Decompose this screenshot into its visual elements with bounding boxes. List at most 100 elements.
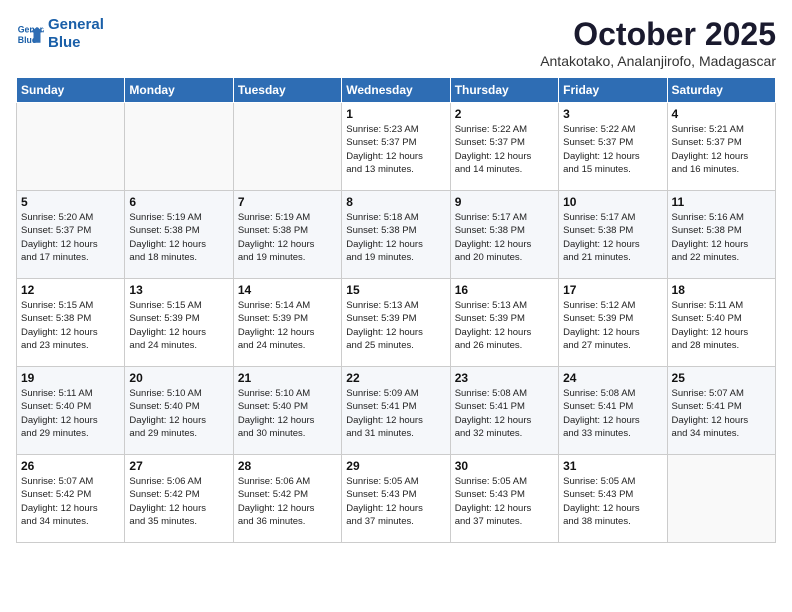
calendar-cell: 29 Sunrise: 5:05 AM Sunset: 5:43 PM Dayli… xyxy=(342,455,450,543)
calendar-cell: 22 Sunrise: 5:09 AM Sunset: 5:41 PM Dayli… xyxy=(342,367,450,455)
calendar-cell: 30Sunrise: 5:05 AM Sunset: 5:43 PM Dayli… xyxy=(450,455,558,543)
calendar-cell: 3 Sunrise: 5:22 AM Sunset: 5:37 PM Daylig… xyxy=(559,103,667,191)
day-info: Sunrise: 5:19 AM Sunset: 5:38 PM Dayligh… xyxy=(238,211,337,264)
day-info: Sunrise: 5:06 AM Sunset: 5:42 PM Dayligh… xyxy=(238,475,337,528)
calendar-cell: 23 Sunrise: 5:08 AM Sunset: 5:41 PM Dayli… xyxy=(450,367,558,455)
title-block: October 2025 Antakotako, Analanjirofo, M… xyxy=(540,16,776,69)
day-number: 10 xyxy=(563,195,662,209)
weekday-header-thursday: Thursday xyxy=(450,78,558,103)
calendar-cell: 8Sunrise: 5:18 AM Sunset: 5:38 PM Daylig… xyxy=(342,191,450,279)
calendar-cell: 5 Sunrise: 5:20 AM Sunset: 5:37 PM Daylig… xyxy=(17,191,125,279)
day-number: 31 xyxy=(563,459,662,473)
day-number: 12 xyxy=(21,283,120,297)
day-info: Sunrise: 5:08 AM Sunset: 5:41 PM Dayligh… xyxy=(563,387,662,440)
weekday-header-saturday: Saturday xyxy=(667,78,775,103)
day-number: 18 xyxy=(672,283,771,297)
day-info: Sunrise: 5:05 AM Sunset: 5:43 PM Dayligh… xyxy=(563,475,662,528)
day-info: Sunrise: 5:14 AM Sunset: 5:39 PM Dayligh… xyxy=(238,299,337,352)
weekday-header-monday: Monday xyxy=(125,78,233,103)
logo: General Blue General Blue xyxy=(16,16,104,52)
calendar-cell: 11 Sunrise: 5:16 AM Sunset: 5:38 PM Dayli… xyxy=(667,191,775,279)
day-info: Sunrise: 5:18 AM Sunset: 5:38 PM Dayligh… xyxy=(346,211,445,264)
calendar-week-row: 26Sunrise: 5:07 AM Sunset: 5:42 PM Dayli… xyxy=(17,455,776,543)
calendar-cell: 7 Sunrise: 5:19 AM Sunset: 5:38 PM Daylig… xyxy=(233,191,341,279)
calendar-cell: 6 Sunrise: 5:19 AM Sunset: 5:38 PM Daylig… xyxy=(125,191,233,279)
calendar-cell: 15 Sunrise: 5:13 AM Sunset: 5:39 PM Dayli… xyxy=(342,279,450,367)
day-number: 9 xyxy=(455,195,554,209)
day-info: Sunrise: 5:06 AM Sunset: 5:42 PM Dayligh… xyxy=(129,475,228,528)
calendar-cell: 4Sunrise: 5:21 AM Sunset: 5:37 PM Daylig… xyxy=(667,103,775,191)
day-info: Sunrise: 5:22 AM Sunset: 5:37 PM Dayligh… xyxy=(455,123,554,176)
day-number: 5 xyxy=(21,195,120,209)
day-number: 29 xyxy=(346,459,445,473)
day-info: Sunrise: 5:22 AM Sunset: 5:37 PM Dayligh… xyxy=(563,123,662,176)
calendar-week-row: 1Sunrise: 5:23 AM Sunset: 5:37 PM Daylig… xyxy=(17,103,776,191)
calendar-cell: 17Sunrise: 5:12 AM Sunset: 5:39 PM Dayli… xyxy=(559,279,667,367)
calendar-cell: 13Sunrise: 5:15 AM Sunset: 5:39 PM Dayli… xyxy=(125,279,233,367)
calendar-cell: 20Sunrise: 5:10 AM Sunset: 5:40 PM Dayli… xyxy=(125,367,233,455)
day-info: Sunrise: 5:11 AM Sunset: 5:40 PM Dayligh… xyxy=(21,387,120,440)
day-info: Sunrise: 5:20 AM Sunset: 5:37 PM Dayligh… xyxy=(21,211,120,264)
day-info: Sunrise: 5:13 AM Sunset: 5:39 PM Dayligh… xyxy=(346,299,445,352)
page-header: General Blue General Blue October 2025 A… xyxy=(16,16,776,69)
day-number: 21 xyxy=(238,371,337,385)
day-number: 26 xyxy=(21,459,120,473)
month-title: October 2025 xyxy=(540,16,776,53)
calendar-cell: 26Sunrise: 5:07 AM Sunset: 5:42 PM Dayli… xyxy=(17,455,125,543)
day-info: Sunrise: 5:17 AM Sunset: 5:38 PM Dayligh… xyxy=(455,211,554,264)
calendar-cell: 12 Sunrise: 5:15 AM Sunset: 5:38 PM Dayli… xyxy=(17,279,125,367)
day-info: Sunrise: 5:05 AM Sunset: 5:43 PM Dayligh… xyxy=(346,475,445,528)
calendar-cell: 28 Sunrise: 5:06 AM Sunset: 5:42 PM Dayli… xyxy=(233,455,341,543)
logo-text: General Blue xyxy=(48,16,104,52)
day-info: Sunrise: 5:10 AM Sunset: 5:40 PM Dayligh… xyxy=(238,387,337,440)
calendar-cell: 16 Sunrise: 5:13 AM Sunset: 5:39 PM Dayli… xyxy=(450,279,558,367)
calendar-cell xyxy=(233,103,341,191)
calendar-cell: 2 Sunrise: 5:22 AM Sunset: 5:37 PM Daylig… xyxy=(450,103,558,191)
day-number: 15 xyxy=(346,283,445,297)
day-number: 11 xyxy=(672,195,771,209)
day-info: Sunrise: 5:16 AM Sunset: 5:38 PM Dayligh… xyxy=(672,211,771,264)
day-number: 23 xyxy=(455,371,554,385)
day-number: 28 xyxy=(238,459,337,473)
day-number: 30 xyxy=(455,459,554,473)
day-info: Sunrise: 5:15 AM Sunset: 5:38 PM Dayligh… xyxy=(21,299,120,352)
day-number: 1 xyxy=(346,107,445,121)
day-info: Sunrise: 5:19 AM Sunset: 5:38 PM Dayligh… xyxy=(129,211,228,264)
day-number: 20 xyxy=(129,371,228,385)
calendar-cell: 25Sunrise: 5:07 AM Sunset: 5:41 PM Dayli… xyxy=(667,367,775,455)
weekday-header-row: SundayMondayTuesdayWednesdayThursdayFrid… xyxy=(17,78,776,103)
calendar-cell: 9 Sunrise: 5:17 AM Sunset: 5:38 PM Daylig… xyxy=(450,191,558,279)
day-number: 16 xyxy=(455,283,554,297)
calendar-cell: 1Sunrise: 5:23 AM Sunset: 5:37 PM Daylig… xyxy=(342,103,450,191)
logo-icon: General Blue xyxy=(16,20,44,48)
weekday-header-friday: Friday xyxy=(559,78,667,103)
day-info: Sunrise: 5:11 AM Sunset: 5:40 PM Dayligh… xyxy=(672,299,771,352)
day-number: 19 xyxy=(21,371,120,385)
calendar-cell: 18 Sunrise: 5:11 AM Sunset: 5:40 PM Dayli… xyxy=(667,279,775,367)
day-number: 14 xyxy=(238,283,337,297)
calendar-cell xyxy=(125,103,233,191)
weekday-header-tuesday: Tuesday xyxy=(233,78,341,103)
calendar-week-row: 5 Sunrise: 5:20 AM Sunset: 5:37 PM Daylig… xyxy=(17,191,776,279)
day-info: Sunrise: 5:07 AM Sunset: 5:41 PM Dayligh… xyxy=(672,387,771,440)
day-info: Sunrise: 5:12 AM Sunset: 5:39 PM Dayligh… xyxy=(563,299,662,352)
day-number: 27 xyxy=(129,459,228,473)
day-info: Sunrise: 5:09 AM Sunset: 5:41 PM Dayligh… xyxy=(346,387,445,440)
calendar-cell: 24 Sunrise: 5:08 AM Sunset: 5:41 PM Dayli… xyxy=(559,367,667,455)
day-number: 2 xyxy=(455,107,554,121)
day-number: 6 xyxy=(129,195,228,209)
day-number: 22 xyxy=(346,371,445,385)
day-info: Sunrise: 5:17 AM Sunset: 5:38 PM Dayligh… xyxy=(563,211,662,264)
calendar-week-row: 12 Sunrise: 5:15 AM Sunset: 5:38 PM Dayli… xyxy=(17,279,776,367)
calendar-cell: 21 Sunrise: 5:10 AM Sunset: 5:40 PM Dayli… xyxy=(233,367,341,455)
day-info: Sunrise: 5:08 AM Sunset: 5:41 PM Dayligh… xyxy=(455,387,554,440)
day-number: 24 xyxy=(563,371,662,385)
day-number: 3 xyxy=(563,107,662,121)
day-info: Sunrise: 5:21 AM Sunset: 5:37 PM Dayligh… xyxy=(672,123,771,176)
calendar-cell: 27 Sunrise: 5:06 AM Sunset: 5:42 PM Dayli… xyxy=(125,455,233,543)
day-info: Sunrise: 5:13 AM Sunset: 5:39 PM Dayligh… xyxy=(455,299,554,352)
day-number: 7 xyxy=(238,195,337,209)
calendar-cell xyxy=(17,103,125,191)
calendar-cell: 31 Sunrise: 5:05 AM Sunset: 5:43 PM Dayli… xyxy=(559,455,667,543)
weekday-header-wednesday: Wednesday xyxy=(342,78,450,103)
